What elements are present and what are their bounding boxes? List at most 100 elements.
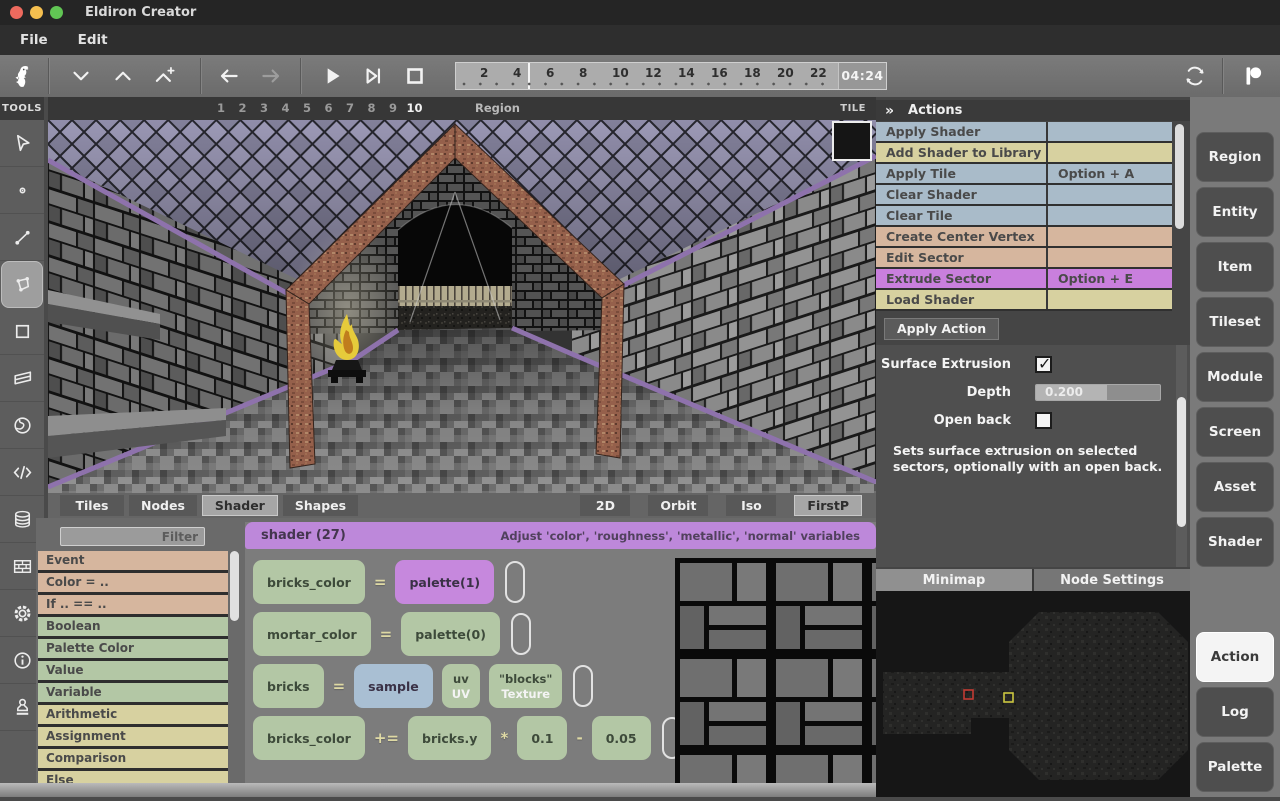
- tab-shapes[interactable]: Shapes: [283, 495, 358, 516]
- mode-button-item[interactable]: Item: [1196, 242, 1274, 292]
- tab-minimap[interactable]: Minimap: [876, 569, 1032, 591]
- tool-vertex[interactable]: [0, 167, 44, 214]
- add-level-button[interactable]: [148, 59, 182, 93]
- menu-edit[interactable]: Edit: [78, 32, 108, 48]
- timeline-ruler[interactable]: 246810121416182022 04:24: [455, 62, 887, 90]
- graph-connector[interactable]: [505, 561, 525, 603]
- viewport-number-7[interactable]: 7: [339, 97, 361, 120]
- action-row-apply-shader[interactable]: Apply Shader: [876, 122, 1172, 141]
- panel-button-log[interactable]: Log: [1196, 687, 1274, 737]
- node-list-item-else[interactable]: Else: [38, 771, 228, 783]
- viewport-number-2[interactable]: 2: [232, 97, 254, 120]
- minimap-canvas[interactable]: [876, 591, 1190, 797]
- action-row-apply-tile[interactable]: Apply TileOption + A: [876, 164, 1172, 183]
- action-row-add-shader-to-library[interactable]: Add Shader to Library: [876, 143, 1172, 162]
- mode-button-asset[interactable]: Asset: [1196, 462, 1274, 512]
- node-list-item-comparison[interactable]: Comparison: [38, 749, 228, 768]
- actions-scrollbar[interactable]: [1175, 124, 1184, 229]
- filter-input[interactable]: [60, 527, 205, 546]
- node-list-item-color[interactable]: Color = ..: [38, 573, 228, 592]
- tool-cursor[interactable]: [0, 120, 44, 167]
- action-row-edit-sector[interactable]: Edit Sector: [876, 248, 1172, 267]
- tab-shader[interactable]: Shader: [202, 495, 278, 516]
- viewport-3d[interactable]: [48, 120, 876, 493]
- settings-scrollbar[interactable]: [1177, 397, 1186, 527]
- graph-node[interactable]: bricks: [253, 664, 324, 708]
- graph-node[interactable]: sample: [354, 664, 433, 708]
- viewport-number-8[interactable]: 8: [361, 97, 383, 120]
- graph-node[interactable]: 0.1: [517, 716, 567, 760]
- view-tab-firstp[interactable]: FirstP: [794, 495, 862, 516]
- viewport-scene[interactable]: [48, 120, 876, 493]
- action-row-clear-shader[interactable]: Clear Shader: [876, 185, 1172, 204]
- graph-node[interactable]: palette(0): [401, 612, 500, 656]
- view-tab-2d[interactable]: 2D: [580, 495, 630, 516]
- tool-sector[interactable]: [1, 261, 43, 308]
- refresh-icon[interactable]: [1178, 59, 1212, 93]
- node-list-item-value[interactable]: Value: [38, 661, 228, 680]
- viewport-number-10[interactable]: 10: [404, 97, 426, 120]
- panel-button-palette[interactable]: Palette: [1196, 742, 1274, 792]
- zoom-button[interactable]: [50, 6, 63, 19]
- mode-button-entity[interactable]: Entity: [1196, 187, 1274, 237]
- node-list-item-arithmetic[interactable]: Arithmetic: [38, 705, 228, 724]
- graph-node[interactable]: 0.05: [592, 716, 651, 760]
- node-list-item-palette-color[interactable]: Palette Color: [38, 639, 228, 658]
- mode-button-shader[interactable]: Shader: [1196, 517, 1274, 567]
- action-row-extrude-sector[interactable]: Extrude SectorOption + E: [876, 269, 1172, 288]
- play-button[interactable]: [315, 59, 349, 93]
- move-down-button[interactable]: [64, 59, 98, 93]
- view-tab-iso[interactable]: Iso: [726, 495, 776, 516]
- chevrons-right-icon[interactable]: »: [885, 103, 894, 119]
- viewport-number-3[interactable]: 3: [253, 97, 275, 120]
- viewport-number-5[interactable]: 5: [296, 97, 318, 120]
- mode-button-module[interactable]: Module: [1196, 352, 1274, 402]
- node-list-item-event[interactable]: Event: [38, 551, 228, 570]
- apply-action-button[interactable]: Apply Action: [884, 318, 999, 340]
- patreon-icon[interactable]: [1236, 59, 1270, 93]
- minimize-button[interactable]: [30, 6, 43, 19]
- tool-rect[interactable]: [0, 308, 44, 355]
- move-up-button[interactable]: [106, 59, 140, 93]
- node-list-item-boolean[interactable]: Boolean: [38, 617, 228, 636]
- graph-connector[interactable]: [511, 613, 531, 655]
- graph-node[interactable]: bricks.y: [408, 716, 491, 760]
- graph-connector[interactable]: [573, 665, 593, 707]
- graph-node[interactable]: mortar_color: [253, 612, 371, 656]
- graph-node[interactable]: bricks_color: [253, 716, 365, 760]
- tool-wall[interactable]: [0, 355, 44, 402]
- mode-button-region[interactable]: Region: [1196, 132, 1274, 182]
- tab-node-settings[interactable]: Node Settings: [1034, 569, 1190, 591]
- node-list-scrollbar[interactable]: [230, 551, 239, 621]
- node-list-item-if[interactable]: If .. == ..: [38, 595, 228, 614]
- close-button[interactable]: [10, 6, 23, 19]
- view-tab-orbit[interactable]: Orbit: [648, 495, 708, 516]
- redo-button[interactable]: [254, 59, 288, 93]
- tile-swatch[interactable]: [832, 121, 872, 161]
- mode-button-screen[interactable]: Screen: [1196, 407, 1274, 457]
- viewport-number-1[interactable]: 1: [210, 97, 232, 120]
- viewport-number-6[interactable]: 6: [318, 97, 340, 120]
- open-back-checkbox[interactable]: [1035, 412, 1052, 429]
- menu-file[interactable]: File: [20, 32, 48, 48]
- step-button[interactable]: [356, 59, 390, 93]
- graph-node[interactable]: uvUV: [442, 664, 480, 708]
- minimap[interactable]: [876, 591, 1190, 797]
- action-row-load-shader[interactable]: Load Shader: [876, 290, 1172, 309]
- tool-sphere[interactable]: [0, 402, 44, 449]
- surface-extrusion-checkbox[interactable]: [1035, 356, 1052, 373]
- depth-slider[interactable]: 0.200: [1035, 384, 1161, 401]
- viewport-number-4[interactable]: 4: [275, 97, 297, 120]
- undo-button[interactable]: [212, 59, 246, 93]
- node-list-item-variable[interactable]: Variable: [38, 683, 228, 702]
- node-canvas[interactable]: shader (27) Adjust 'color', 'roughness',…: [245, 522, 876, 783]
- graph-node[interactable]: "blocks"Texture: [489, 664, 562, 708]
- graph-node[interactable]: bricks_color: [253, 560, 365, 604]
- mode-button-tileset[interactable]: Tileset: [1196, 297, 1274, 347]
- tool-code[interactable]: [0, 449, 44, 496]
- action-row-clear-tile[interactable]: Clear Tile: [876, 206, 1172, 225]
- tab-tiles[interactable]: Tiles: [60, 495, 124, 516]
- action-row-create-center-vertex[interactable]: Create Center Vertex: [876, 227, 1172, 246]
- tab-nodes[interactable]: Nodes: [129, 495, 197, 516]
- viewport-number-9[interactable]: 9: [382, 97, 404, 120]
